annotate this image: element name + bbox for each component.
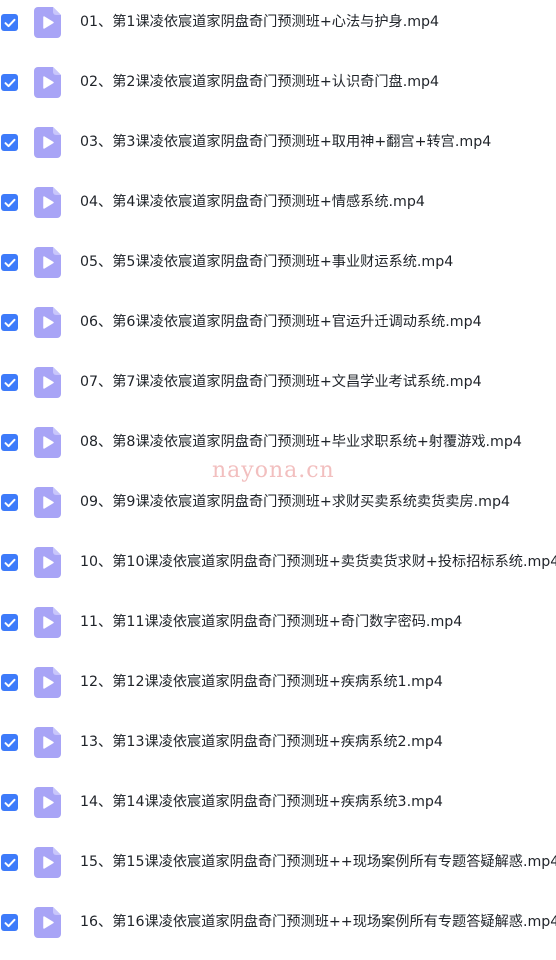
checkbox[interactable] (1, 854, 18, 871)
checkmark-icon (4, 798, 15, 807)
checkmark-icon (4, 918, 15, 927)
video-file-icon (34, 487, 61, 518)
video-file-icon (34, 547, 61, 578)
file-name[interactable]: 12、第12课凌依宸道家阴盘奇门预测班+疾病系统1.mp4 (80, 671, 443, 693)
checkbox[interactable] (1, 434, 18, 451)
checkmark-icon (4, 678, 15, 687)
checkbox[interactable] (1, 374, 18, 391)
file-name[interactable]: 06、第6课凌依宸道家阴盘奇门预测班+官运升迁调动系统.mp4 (80, 311, 482, 333)
video-file-icon (34, 127, 61, 158)
file-row[interactable]: 12、第12课凌依宸道家阴盘奇门预测班+疾病系统1.mp4 (0, 660, 556, 720)
file-name[interactable]: 05、第5课凌依宸道家阴盘奇门预测班+事业财运系统.mp4 (80, 251, 453, 273)
file-name[interactable]: 02、第2课凌依宸道家阴盘奇门预测班+认识奇门盘.mp4 (80, 71, 439, 93)
checkmark-icon (4, 318, 15, 327)
checkmark-icon (4, 498, 15, 507)
video-file-icon (34, 7, 61, 38)
file-row[interactable]: 13、第13课凌依宸道家阴盘奇门预测班+疾病系统2.mp4 (0, 720, 556, 780)
file-name[interactable]: 01、第1课凌依宸道家阴盘奇门预测班+心法与护身.mp4 (80, 11, 439, 33)
file-name[interactable]: 03、第3课凌依宸道家阴盘奇门预测班+取用神+翻宫+转宫.mp4 (80, 131, 491, 153)
video-file-icon (34, 67, 61, 98)
file-row[interactable]: 05、第5课凌依宸道家阴盘奇门预测班+事业财运系统.mp4 (0, 240, 556, 300)
checkbox[interactable] (1, 314, 18, 331)
file-name[interactable]: 04、第4课凌依宸道家阴盘奇门预测班+情感系统.mp4 (80, 191, 425, 213)
video-file-icon (34, 247, 61, 278)
file-name[interactable]: 09、第9课凌依宸道家阴盘奇门预测班+求财买卖系统卖货卖房.mp4 (80, 491, 510, 513)
watermark: nayona.cn (212, 458, 335, 483)
file-row[interactable]: 06、第6课凌依宸道家阴盘奇门预测班+官运升迁调动系统.mp4 (0, 300, 556, 360)
video-file-icon (34, 847, 61, 878)
video-file-icon (34, 187, 61, 218)
checkmark-icon (4, 558, 15, 567)
video-file-icon (34, 907, 61, 938)
checkmark-icon (4, 858, 15, 867)
file-name[interactable]: 16、第16课凌依宸道家阴盘奇门预测班++现场案例所有专题答疑解惑.mp4 (80, 911, 556, 933)
file-row[interactable]: 16、第16课凌依宸道家阴盘奇门预测班++现场案例所有专题答疑解惑.mp4 (0, 900, 556, 960)
checkmark-icon (4, 138, 15, 147)
checkmark-icon (4, 18, 15, 27)
checkbox[interactable] (1, 554, 18, 571)
video-file-icon (34, 727, 61, 758)
file-row[interactable]: 14、第14课凌依宸道家阴盘奇门预测班+疾病系统3.mp4 (0, 780, 556, 840)
checkmark-icon (4, 258, 15, 267)
checkbox[interactable] (1, 494, 18, 511)
file-name[interactable]: 11、第11课凌依宸道家阴盘奇门预测班+奇门数字密码.mp4 (80, 611, 462, 633)
file-row[interactable]: 02、第2课凌依宸道家阴盘奇门预测班+认识奇门盘.mp4 (0, 60, 556, 120)
checkbox[interactable] (1, 254, 18, 271)
file-name[interactable]: 07、第7课凌依宸道家阴盘奇门预测班+文昌学业考试系统.mp4 (80, 371, 482, 393)
file-row[interactable]: 11、第11课凌依宸道家阴盘奇门预测班+奇门数字密码.mp4 (0, 600, 556, 660)
file-row[interactable]: 01、第1课凌依宸道家阴盘奇门预测班+心法与护身.mp4 (0, 0, 556, 60)
file-row[interactable]: 03、第3课凌依宸道家阴盘奇门预测班+取用神+翻宫+转宫.mp4 (0, 120, 556, 180)
file-name[interactable]: 13、第13课凌依宸道家阴盘奇门预测班+疾病系统2.mp4 (80, 731, 443, 753)
checkmark-icon (4, 738, 15, 747)
checkmark-icon (4, 618, 15, 627)
checkmark-icon (4, 78, 15, 87)
checkmark-icon (4, 378, 15, 387)
checkbox[interactable] (1, 14, 18, 31)
file-row[interactable]: 10、第10课凌依宸道家阴盘奇门预测班+卖货卖货求财+投标招标系统.mp4 (0, 540, 556, 600)
checkmark-icon (4, 198, 15, 207)
file-row[interactable]: 09、第9课凌依宸道家阴盘奇门预测班+求财买卖系统卖货卖房.mp4 (0, 480, 556, 540)
checkbox[interactable] (1, 134, 18, 151)
video-file-icon (34, 427, 61, 458)
checkbox[interactable] (1, 734, 18, 751)
checkbox[interactable] (1, 674, 18, 691)
checkmark-icon (4, 438, 15, 447)
video-file-icon (34, 367, 61, 398)
file-row[interactable]: 15、第15课凌依宸道家阴盘奇门预测班++现场案例所有专题答疑解惑.mp4 (0, 840, 556, 900)
video-file-icon (34, 307, 61, 338)
file-name[interactable]: 10、第10课凌依宸道家阴盘奇门预测班+卖货卖货求财+投标招标系统.mp4 (80, 551, 556, 573)
file-name[interactable]: 14、第14课凌依宸道家阴盘奇门预测班+疾病系统3.mp4 (80, 791, 443, 813)
checkbox[interactable] (1, 794, 18, 811)
checkbox[interactable] (1, 614, 18, 631)
file-name[interactable]: 08、第8课凌依宸道家阴盘奇门预测班+毕业求职系统+射覆游戏.mp4 (80, 431, 522, 453)
file-name[interactable]: 15、第15课凌依宸道家阴盘奇门预测班++现场案例所有专题答疑解惑.mp4 (80, 851, 556, 873)
video-file-icon (34, 787, 61, 818)
video-file-icon (34, 607, 61, 638)
checkbox[interactable] (1, 194, 18, 211)
file-row[interactable]: 04、第4课凌依宸道家阴盘奇门预测班+情感系统.mp4 (0, 180, 556, 240)
video-file-icon (34, 667, 61, 698)
checkbox[interactable] (1, 914, 18, 931)
file-row[interactable]: 07、第7课凌依宸道家阴盘奇门预测班+文昌学业考试系统.mp4 (0, 360, 556, 420)
checkbox[interactable] (1, 74, 18, 91)
